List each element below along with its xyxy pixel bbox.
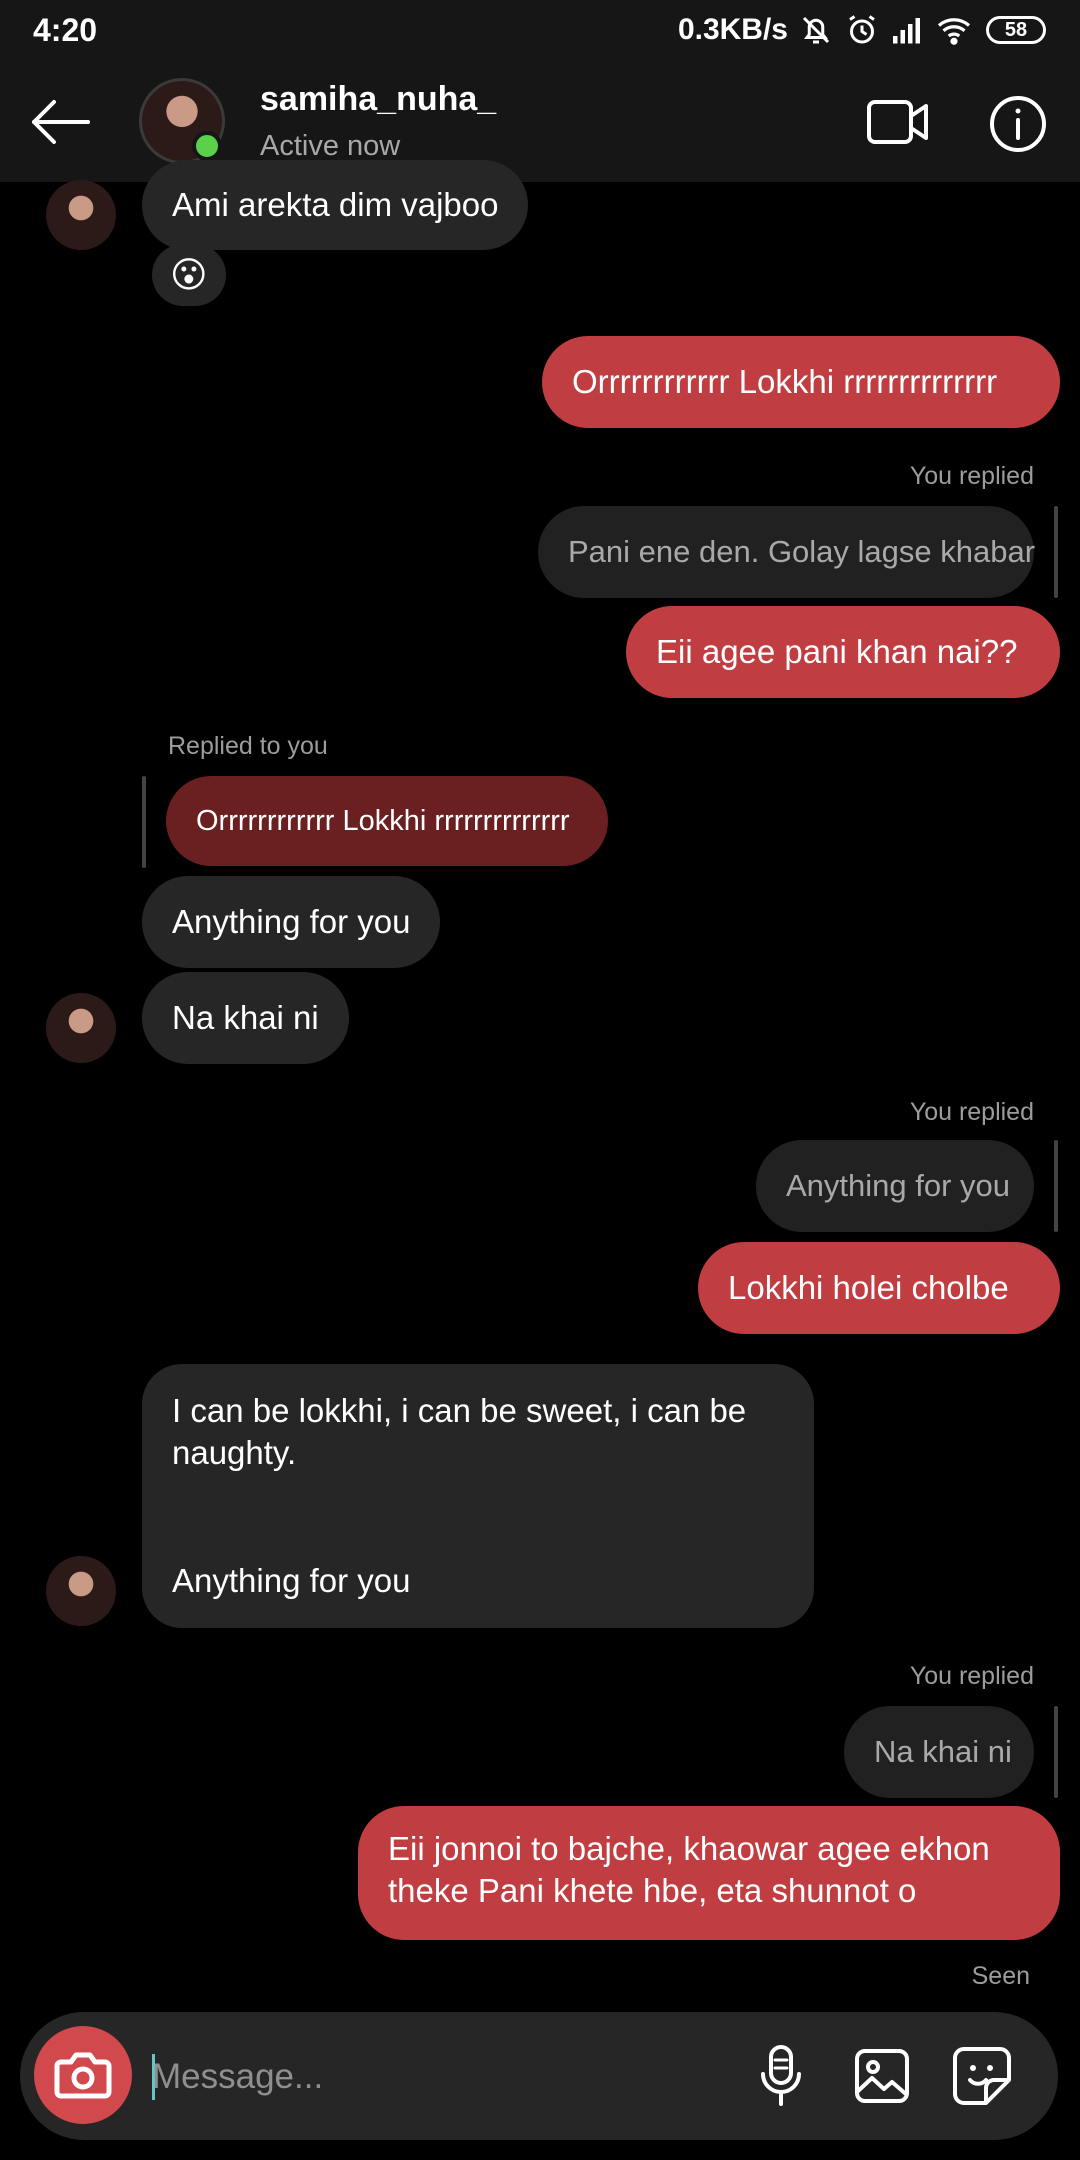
video-camera-icon[interactable] [866,96,930,148]
gallery-icon[interactable] [854,2048,910,2104]
contact-status: Active now [260,130,401,162]
outgoing-message[interactable]: Lokkhi holei cholbe [698,1242,1060,1334]
sender-avatar[interactable] [46,993,116,1063]
reply-quote[interactable]: Pani ene den. Golay lagse khabar [538,506,1035,598]
sender-avatar[interactable] [46,180,116,250]
back-arrow-icon[interactable] [28,92,92,152]
alarm-icon [849,15,875,44]
reply-quote-bar [1054,506,1058,598]
outgoing-message[interactable]: Eii agee pani khan nai?? [626,606,1060,698]
reply-label: You replied [909,1098,1034,1126]
outgoing-message[interactable]: Orrrrrrrrrrrr Lokkhi rrrrrrrrrrrrrr [542,336,1060,428]
status-time: 4:20 [33,12,98,48]
reply-quote-bar [1054,1140,1058,1232]
message-line: naughty. [172,1434,297,1471]
online-indicator [192,131,222,161]
outgoing-message[interactable]: Eii jonnoi to bajche, khaowar agee ekhon… [358,1806,1060,1940]
reply-quote[interactable]: Na khai ni [844,1706,1034,1798]
battery-indicator: 58 [986,16,1046,44]
message-line: I can be lokkhi, i can be sweet, i can b… [172,1392,747,1429]
sticker-icon[interactable] [952,2046,1012,2106]
incoming-message[interactable]: Ami arekta dim vajboo [142,160,529,250]
reply-quote-bar [1054,1706,1058,1798]
camera-icon [54,2052,112,2099]
reply-quote-bar [142,776,146,868]
message-line: Eii jonnoi to bajche, khaowar agee ekhon [388,1830,990,1867]
wifi-icon [937,18,971,45]
reaction-emoji[interactable]: 😮 [152,244,226,306]
signal-icon [893,18,920,44]
contact-name[interactable]: samiha_nuha_ [260,80,496,119]
incoming-message[interactable]: Anything for you [142,876,441,968]
reply-quote[interactable]: Orrrrrrrrrrrr Lokkhi rrrrrrrrrrrrrr [166,776,608,866]
reply-quote[interactable]: Anything for you [756,1140,1034,1232]
seen-indicator: Seen [971,1962,1030,1990]
incoming-message[interactable]: I can be lokkhi, i can be sweet, i can b… [142,1364,814,1628]
message-line: Anything for you [172,1562,411,1599]
reply-label: You replied [909,1662,1034,1690]
microphone-icon[interactable] [758,2044,804,2108]
message-input[interactable] [150,2046,714,2108]
reply-label: Replied to you [168,732,328,760]
incoming-message[interactable]: Na khai ni [142,972,349,1064]
network-speed: 0.3KB/s [677,13,788,46]
sender-avatar[interactable] [46,1556,116,1626]
reply-label: You replied [909,462,1034,490]
status-icons: 0.3KB/s 58 [678,10,1046,50]
info-icon[interactable] [988,94,1048,154]
message-line: theke Pani khete hbe, eta shunnot o [388,1872,917,1909]
bell-muted-icon [802,16,830,44]
camera-button[interactable] [34,2026,132,2124]
